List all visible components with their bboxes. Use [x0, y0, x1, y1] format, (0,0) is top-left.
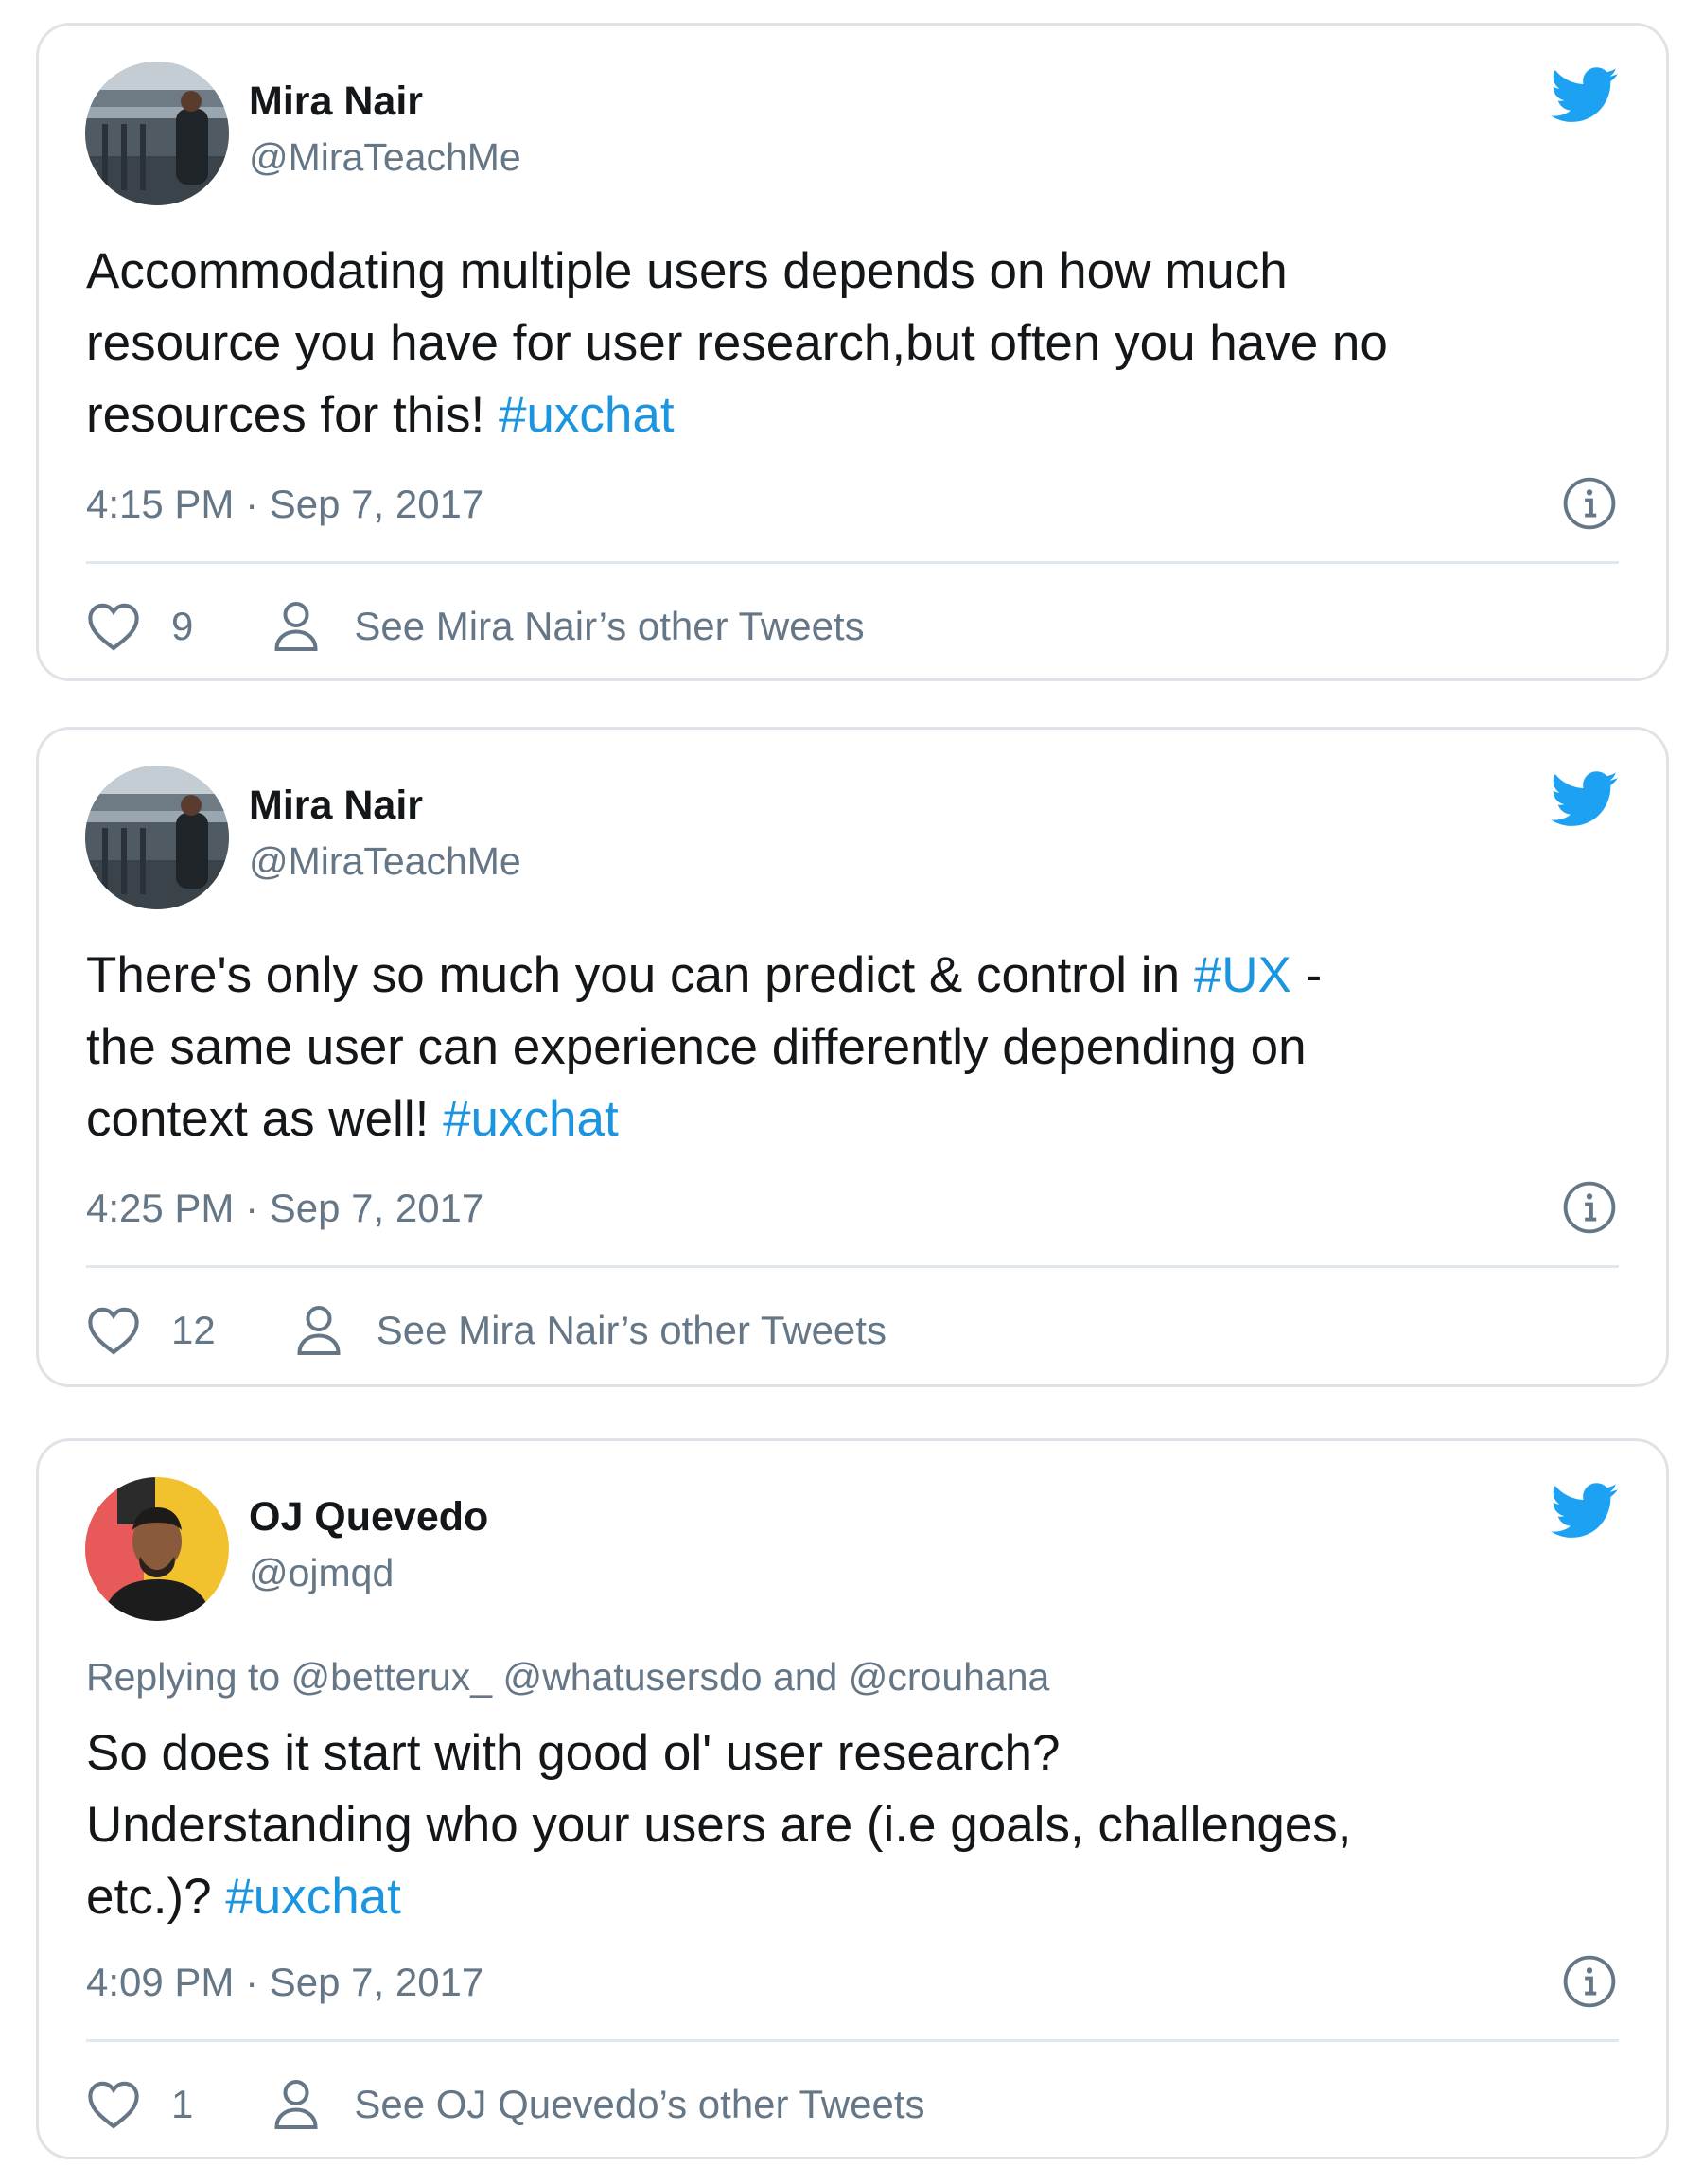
tweet-text-line: context as well! #uxchat	[86, 1083, 1638, 1155]
tweet-actions: 1 See OJ Quevedo’s other Tweets	[86, 2071, 925, 2138]
tweet-timestamp[interactable]: 4:09 PM · Sep 7, 2017	[86, 1960, 483, 2005]
text-segment: etc.)?	[86, 1869, 226, 1925]
tweet-text-line: Understanding who your users are (i.e go…	[86, 1789, 1638, 1861]
user-handle[interactable]: @ojmqd	[249, 1551, 394, 1595]
heart-icon	[88, 2081, 139, 2129]
tweet-text-line: etc.)? #uxchat	[86, 1861, 1638, 1933]
replying-to[interactable]: Replying to @betterux_ @whatusersdo and …	[86, 1655, 1049, 1700]
avatar[interactable]	[85, 1477, 229, 1621]
text-segment: There's only so much you can predict & c…	[86, 947, 1194, 1003]
user-name[interactable]: Mira Nair	[249, 79, 423, 125]
like-count: 12	[171, 1308, 216, 1352]
tweet-timestamp[interactable]: 4:25 PM · Sep 7, 2017	[86, 1186, 483, 1231]
other-tweets-label: See Mira Nair’s other Tweets	[376, 1308, 887, 1352]
other-tweets-link[interactable]: See OJ Quevedo’s other Tweets	[272, 2078, 925, 2131]
tweet-card[interactable]: OJ Quevedo @ojmqd Replying to @betterux_…	[36, 1438, 1669, 2159]
tweet-card[interactable]: Mira Nair @MiraTeachMe There's only so m…	[36, 727, 1669, 1387]
user-name[interactable]: Mira Nair	[249, 783, 423, 829]
tweet-actions: 9 See Mira Nair’s other Tweets	[86, 593, 865, 660]
text-segment: Understanding who your users are (i.e go…	[86, 1797, 1352, 1853]
twitter-bird-icon[interactable]	[1551, 771, 1619, 828]
tweet-text-line: There's only so much you can predict & c…	[86, 940, 1638, 1012]
person-icon	[274, 602, 318, 651]
divider	[86, 1265, 1619, 1268]
like-button[interactable]: 9	[86, 601, 193, 652]
tweet-text-line: So does it start with good ol' user rese…	[86, 1717, 1638, 1789]
like-count: 1	[171, 2082, 194, 2126]
tweet-text: Accommodating multiple users depends on …	[86, 236, 1638, 451]
like-button[interactable]: 1	[86, 2079, 193, 2130]
other-tweets-label: See OJ Quevedo’s other Tweets	[354, 2082, 925, 2126]
info-icon[interactable]	[1562, 1954, 1617, 2009]
tweet-timestamp[interactable]: 4:15 PM · Sep 7, 2017	[86, 482, 483, 527]
hashtag-link[interactable]: #uxchat	[225, 1869, 401, 1925]
like-button[interactable]: 12	[86, 1305, 216, 1356]
hashtag-link[interactable]: #uxchat	[443, 1091, 619, 1147]
avatar[interactable]	[85, 62, 229, 205]
like-count: 9	[171, 604, 194, 648]
user-handle[interactable]: @MiraTeachMe	[249, 839, 521, 884]
other-tweets-link[interactable]: See Mira Nair’s other Tweets	[272, 600, 865, 653]
info-icon[interactable]	[1562, 1180, 1617, 1235]
tweet-text-line: resource you have for user research,but …	[86, 308, 1638, 379]
heart-icon	[88, 1307, 139, 1355]
tweet-text: There's only so much you can predict & c…	[86, 940, 1638, 1155]
info-icon[interactable]	[1562, 476, 1617, 531]
tweet-card[interactable]: Mira Nair @MiraTeachMe Accommodating mul…	[36, 23, 1669, 681]
other-tweets-link[interactable]: See Mira Nair’s other Tweets	[295, 1304, 887, 1357]
text-segment: resource you have for user research,but …	[86, 315, 1388, 371]
heart-icon	[88, 603, 139, 651]
divider	[86, 561, 1619, 564]
hashtag-link[interactable]: #UX	[1194, 947, 1291, 1003]
tweet-actions: 12 See Mira Nair’s other Tweets	[86, 1297, 887, 1364]
other-tweets-label: See Mira Nair’s other Tweets	[354, 604, 865, 648]
tweet-text-line: Accommodating multiple users depends on …	[86, 236, 1638, 308]
text-segment: -	[1290, 947, 1323, 1003]
person-icon	[297, 1306, 341, 1355]
user-name[interactable]: OJ Quevedo	[249, 1494, 488, 1541]
twitter-bird-icon[interactable]	[1551, 1483, 1619, 1540]
person-icon	[274, 2080, 318, 2129]
tweet-text: So does it start with good ol' user rese…	[86, 1717, 1638, 1933]
text-segment: resources for this!	[86, 387, 499, 443]
twitter-bird-icon[interactable]	[1551, 67, 1619, 124]
tweet-text-line: the same user can experience differently…	[86, 1012, 1638, 1083]
user-handle[interactable]: @MiraTeachMe	[249, 135, 521, 180]
text-segment: So does it start with good ol' user rese…	[86, 1725, 1061, 1781]
text-segment: the same user can experience differently…	[86, 1019, 1307, 1075]
hashtag-link[interactable]: #uxchat	[499, 387, 675, 443]
text-segment: context as well!	[86, 1091, 444, 1147]
avatar[interactable]	[85, 766, 229, 909]
divider	[86, 2039, 1619, 2042]
tweet-text-line: resources for this! #uxchat	[86, 379, 1638, 451]
text-segment: Accommodating multiple users depends on …	[86, 243, 1288, 299]
